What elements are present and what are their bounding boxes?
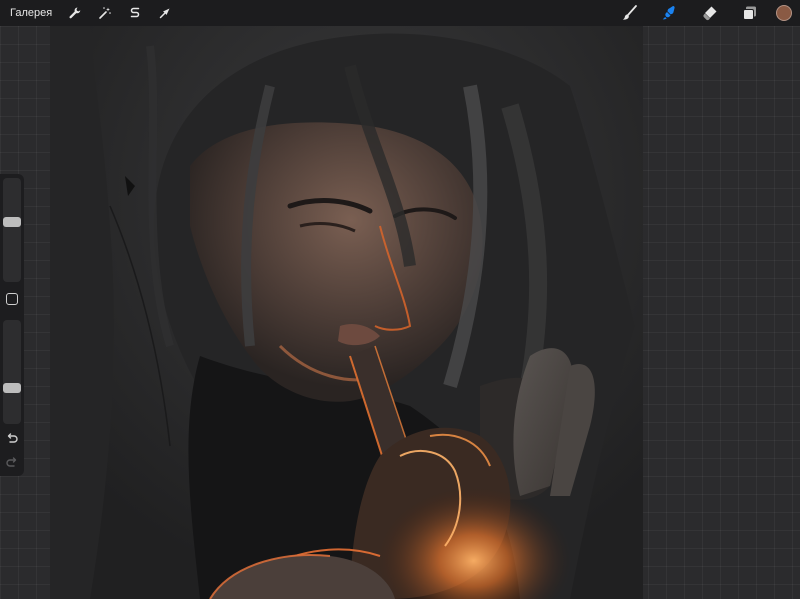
undo-icon [7, 433, 18, 443]
top-toolbar: Галерея [0, 0, 800, 26]
layers-button[interactable] [730, 0, 770, 26]
smudge-icon [662, 6, 675, 20]
brush-button[interactable] [610, 0, 650, 26]
smudge-button[interactable] [650, 0, 690, 26]
left-sidebar [0, 174, 24, 476]
modify-button[interactable] [6, 293, 18, 305]
brush-size-handle[interactable] [3, 217, 21, 227]
gallery-button[interactable]: Галерея [10, 7, 52, 19]
redo-button[interactable] [4, 454, 20, 470]
selection-s-icon [130, 7, 140, 18]
redo-icon [6, 457, 17, 467]
wrench-icon [69, 7, 81, 19]
undo-button[interactable] [4, 430, 20, 446]
actions-button[interactable] [60, 0, 90, 26]
transform-arrow-icon [159, 8, 170, 19]
eraser-icon [703, 6, 717, 21]
artwork-painting [50, 26, 643, 599]
adjustments-button[interactable] [90, 0, 120, 26]
color-picker-swatch[interactable] [776, 5, 792, 21]
selection-button[interactable] [120, 0, 150, 26]
eraser-button[interactable] [690, 0, 730, 26]
opacity-slider[interactable] [3, 320, 21, 424]
transform-button[interactable] [150, 0, 180, 26]
magic-wand-icon [99, 7, 111, 19]
brush-size-slider[interactable] [3, 178, 21, 282]
drawing-canvas[interactable] [50, 26, 643, 599]
layers-icon [743, 6, 756, 20]
opacity-handle[interactable] [3, 383, 21, 393]
brush-icon [622, 5, 637, 20]
